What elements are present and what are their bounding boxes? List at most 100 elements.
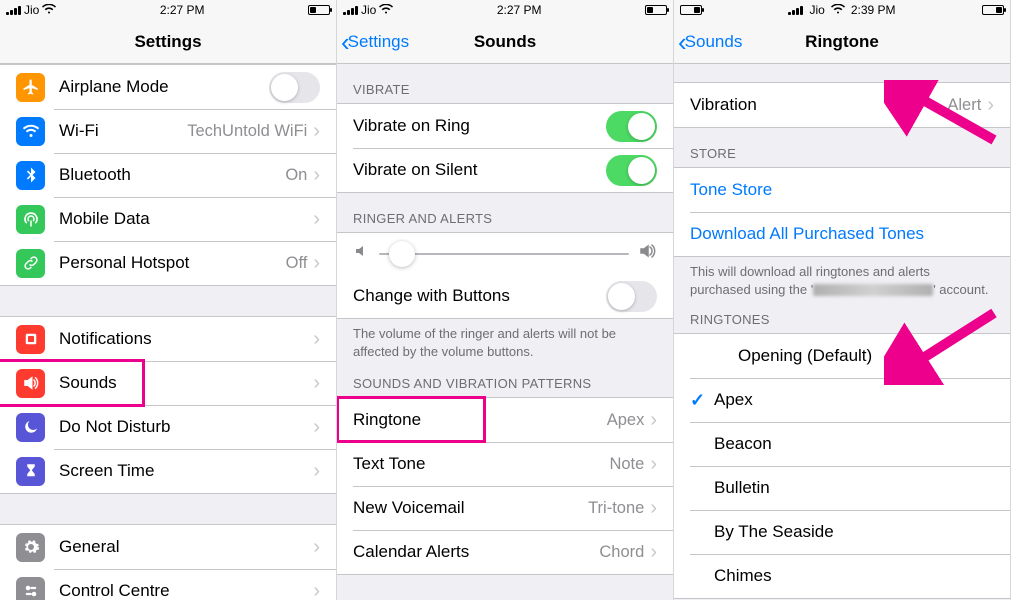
settings-list[interactable]: Airplane ModeWi-FiTechUntold WiFi›Blueto… — [0, 64, 336, 600]
row-label: Sounds — [59, 373, 313, 393]
row-value: Alert — [947, 96, 981, 115]
toggle-switch[interactable] — [606, 111, 657, 142]
vibrate-on-silent-row[interactable]: Vibrate on Silent — [337, 148, 673, 192]
notifications-row[interactable]: Notifications› — [0, 317, 336, 361]
general-row[interactable]: General› — [0, 525, 336, 569]
checkmark-icon: ✓ — [690, 390, 714, 411]
vibrate-on-ring-row[interactable]: Vibrate on Ring — [337, 104, 673, 148]
row-label: Screen Time — [59, 461, 313, 481]
toggle-switch[interactable] — [606, 281, 657, 312]
gear-icon — [16, 533, 45, 562]
chevron-right-icon: › — [987, 94, 994, 117]
row-label: Wi-Fi — [59, 121, 187, 141]
nav-bar: ‹ Settings Sounds — [337, 20, 673, 64]
new-voicemail-row[interactable]: New VoicemailTri-tone› — [337, 486, 673, 530]
ringtone-pane: Jio 2:39 PM ‹ Sounds Ringtone Vibration … — [674, 0, 1011, 600]
ringtone-row[interactable]: RingtoneApex › — [337, 398, 673, 442]
row-label: New Voicemail — [353, 498, 588, 518]
battery-icon — [645, 5, 667, 15]
switches-icon — [16, 577, 45, 600]
ringtone-by-the-seaside-row[interactable]: By The Seaside — [674, 510, 1010, 554]
store-footer: This will download all ringtones and ale… — [674, 257, 1010, 310]
sounds-row[interactable]: Sounds› — [0, 361, 336, 405]
carrier-label: Jio — [24, 3, 39, 17]
chevron-right-icon: › — [313, 164, 320, 187]
calendar-alerts-row[interactable]: Calendar AlertsChord› — [337, 530, 673, 574]
row-label: Do Not Disturb — [59, 417, 313, 437]
ringer-volume-slider[interactable] — [337, 233, 673, 274]
change-with-buttons-row[interactable]: Change with Buttons — [337, 274, 673, 318]
back-button[interactable]: ‹ Settings — [337, 20, 417, 63]
airplane-mode-row[interactable]: Airplane Mode — [0, 65, 336, 109]
row-label: Ringtone — [353, 410, 607, 430]
row-label: Bluetooth — [59, 165, 285, 185]
signal-bars-icon — [6, 5, 21, 15]
battery-icon — [982, 5, 1004, 15]
signal-bars-icon — [788, 5, 803, 15]
ringtone-opening-row[interactable]: Opening (Default) — [674, 334, 1010, 378]
row-value: Apex — [607, 411, 645, 430]
ringtone-list[interactable]: Vibration Alert › Store Tone StoreDownlo… — [674, 64, 1010, 600]
chevron-right-icon: › — [313, 460, 320, 483]
ringtone-beacon-row[interactable]: Beacon — [674, 422, 1010, 466]
hotspot-row[interactable]: Personal HotspotOff› — [0, 241, 336, 285]
chevron-right-icon: › — [650, 409, 657, 432]
moon-icon — [16, 413, 45, 442]
row-value: TechUntold WiFi — [187, 122, 307, 141]
download-all-row[interactable]: Download All Purchased Tones — [674, 212, 1010, 256]
row-label: Notifications — [59, 329, 313, 349]
screentime-row[interactable]: Screen Time› — [0, 449, 336, 493]
tone-store-row[interactable]: Tone Store — [674, 168, 1010, 212]
row-label: General — [59, 537, 313, 557]
toggle-switch[interactable] — [606, 155, 657, 186]
clock: 2:39 PM — [851, 3, 896, 17]
wifi-icon — [42, 3, 56, 17]
control-centre-row[interactable]: Control Centre› — [0, 569, 336, 600]
back-button[interactable]: ‹ Sounds — [674, 20, 750, 63]
chevron-right-icon: › — [313, 328, 320, 351]
nav-bar: Settings — [0, 20, 336, 64]
status-bar: Jio 2:27 PM — [0, 0, 336, 20]
status-bar: Jio 2:39 PM — [674, 0, 1010, 20]
vibration-row[interactable]: Vibration Alert › — [674, 83, 1010, 127]
status-bar: Jio 2:27 PM — [337, 0, 673, 20]
chevron-right-icon: › — [313, 208, 320, 231]
chevron-right-icon: › — [650, 541, 657, 564]
row-label: Control Centre — [59, 581, 313, 600]
clock: 2:27 PM — [497, 3, 542, 17]
link-icon — [16, 249, 45, 278]
mobile-data-row[interactable]: Mobile Data› — [0, 197, 336, 241]
ringtone-apex-row[interactable]: ✓Apex — [674, 378, 1010, 422]
dnd-row[interactable]: Do Not Disturb› — [0, 405, 336, 449]
volume-low-icon — [353, 243, 369, 264]
bluetooth-row[interactable]: BluetoothOn› — [0, 153, 336, 197]
carrier-label: Jio — [809, 3, 824, 17]
signal-bars-icon — [343, 5, 358, 15]
page-title: Settings — [134, 32, 201, 52]
group-header-patterns: Sounds and Vibration Patterns — [337, 372, 673, 397]
row-label: Change with Buttons — [353, 286, 606, 306]
text-tone-row[interactable]: Text ToneNote› — [337, 442, 673, 486]
ringtone-chimes-row[interactable]: Chimes — [674, 554, 1010, 598]
ringer-footer: The volume of the ringer and alerts will… — [337, 319, 673, 372]
ringtone-bulletin-row[interactable]: Bulletin — [674, 466, 1010, 510]
row-label: Vibrate on Ring — [353, 116, 606, 136]
row-label: By The Seaside — [714, 522, 994, 542]
carrier-label: Jio — [361, 3, 376, 17]
chevron-right-icon: › — [313, 536, 320, 559]
row-label: Download All Purchased Tones — [690, 224, 994, 244]
row-label: Apex — [714, 390, 994, 410]
speaker-icon — [16, 369, 45, 398]
nav-bar: ‹ Sounds Ringtone — [674, 20, 1010, 64]
chevron-right-icon: › — [313, 416, 320, 439]
settings-pane: Jio 2:27 PM Settings Airplane ModeWi-FiT… — [0, 0, 337, 600]
battery-icon — [680, 5, 702, 15]
toggle-switch[interactable] — [269, 72, 320, 103]
wifi-row[interactable]: Wi-FiTechUntold WiFi› — [0, 109, 336, 153]
row-label: Opening (Default) — [714, 346, 994, 366]
row-label: Bulletin — [714, 478, 994, 498]
row-label: Mobile Data — [59, 209, 313, 229]
sounds-list[interactable]: Vibrate Vibrate on RingVibrate on Silent… — [337, 64, 673, 600]
back-label: Sounds — [685, 32, 743, 52]
chevron-right-icon: › — [313, 252, 320, 275]
